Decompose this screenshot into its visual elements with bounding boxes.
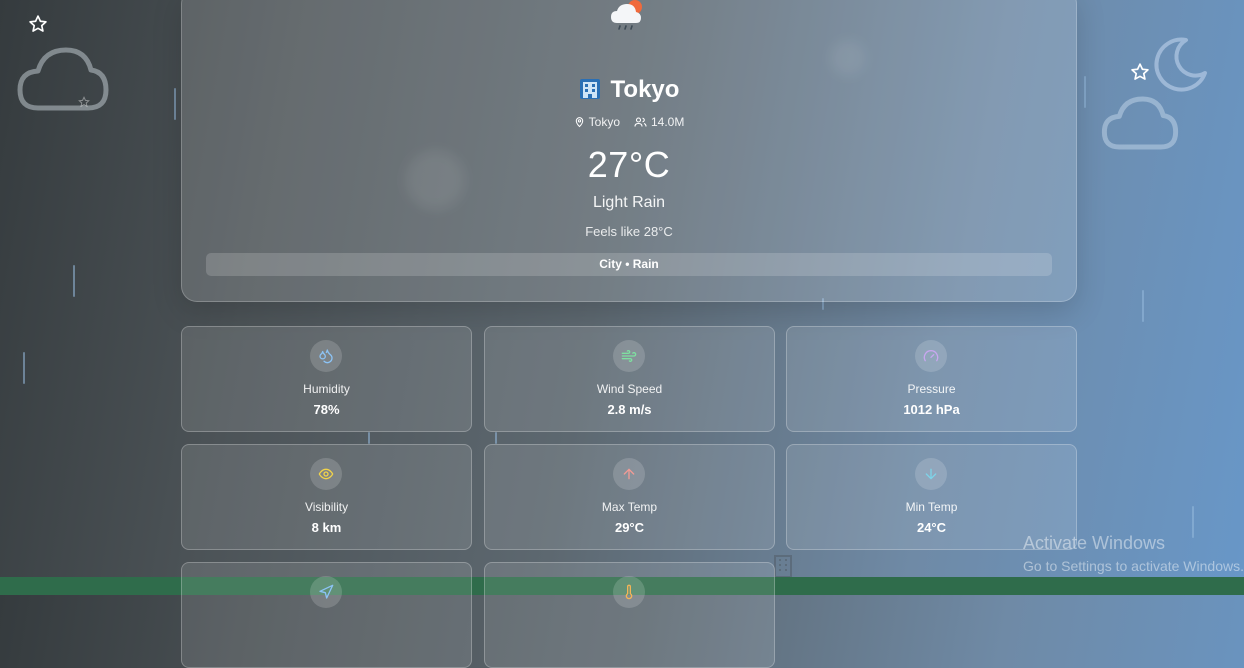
stat-label: Max Temp [601,500,658,514]
gauge-icon [915,340,947,372]
stat-card-feels-temp [484,562,775,668]
stat-label: Min Temp [905,500,958,514]
feels-like: Feels like 28°C [585,224,673,239]
stat-value: 29°C [614,520,645,535]
wind-icon [613,340,645,372]
watermark-title: Activate Windows [1023,533,1166,553]
arrow-up-icon [613,458,645,490]
city-building-icon [579,79,600,99]
star-icon [29,15,47,32]
thermometer-icon [613,576,645,608]
current-weather-card: Tokyo Tokyo 14.0M 27°C Light Rain Feels … [181,0,1077,302]
stat-label: Pressure [907,382,956,396]
stat-card-wind-direction [181,562,472,668]
stat-card-wind-speed: Wind Speed 2.8 m/s [484,326,775,432]
droplets-icon [310,340,342,372]
stat-value: 2.8 m/s [607,402,652,417]
star-icon [78,96,90,108]
rain-streak [174,88,176,120]
users-icon [634,117,647,127]
stat-label: Wind Speed [596,382,663,396]
city-name: Tokyo [610,76,680,103]
stat-card-max-temp: Max Temp 29°C [484,444,775,550]
rain-streak [23,352,25,384]
stat-card-humidity: Humidity 78% [181,326,472,432]
cloud-outline-icon [1101,96,1179,150]
arrow-down-icon [915,458,947,490]
cloud-rain-sun-icon [611,0,642,30]
stat-card-pressure: Pressure 1012 hPa [786,326,1077,432]
map-pin-icon [575,117,583,128]
cloud-outline-icon [17,47,109,111]
rain-streak [368,432,370,444]
moon-icon [1154,37,1207,92]
weather-condition: Light Rain [592,194,666,211]
stat-value: 1012 hPa [903,402,960,417]
building-icon [774,555,792,578]
population-text: 14.0M [651,115,685,129]
eye-icon [310,458,342,490]
watermark-subtitle: Go to Settings to activate Windows. [1023,558,1244,574]
city-heading: Tokyo [182,76,1076,104]
rain-streak [1142,290,1144,322]
activate-windows-watermark: Activate Windows Go to Settings to activ… [1023,533,1244,574]
category-tag: City • Rain [206,253,1052,276]
stat-label: Humidity [303,382,350,396]
location-text: Tokyo [588,115,620,129]
city-meta: Tokyo 14.0M [182,115,1076,129]
stat-label: Visibility [304,500,349,514]
current-temperature: 27°C [587,144,671,185]
rain-streak [1084,76,1086,108]
stat-value: 78% [313,402,340,417]
rain-streak [495,432,497,444]
navigation-icon [310,576,342,608]
star-icon [1131,63,1149,80]
rain-streak [73,265,75,297]
stat-value: 8 km [311,520,342,535]
stat-card-visibility: Visibility 8 km [181,444,472,550]
